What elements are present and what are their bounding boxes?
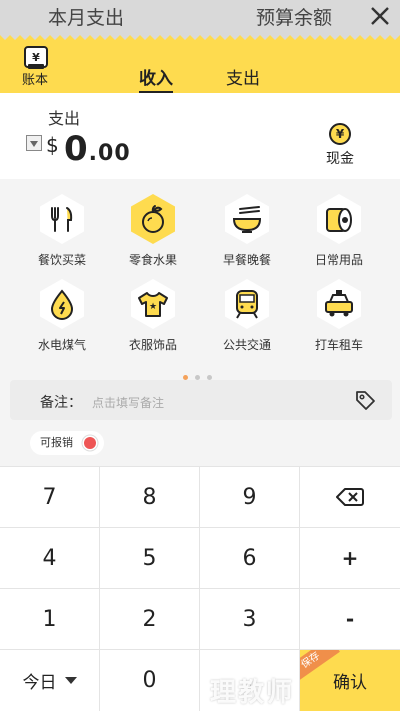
category-label: 打车租车 <box>314 338 363 352</box>
key-1[interactable]: 1 <box>0 589 100 650</box>
key-3[interactable]: 3 <box>200 589 300 650</box>
key-2[interactable]: 2 <box>100 589 200 650</box>
category-label: 公共交通 <box>222 338 271 352</box>
confirm-button[interactable]: 确认 保存 <box>300 650 400 711</box>
category-label: 早餐晚餐 <box>222 253 271 267</box>
number-keypad: 7 8 9 4 5 6 + 1 2 3 - 今日 0 . 确认 保存 <box>0 466 400 711</box>
monthly-expense-title: 本月支出 <box>48 7 125 29</box>
entry-type-label: 支出 <box>48 109 81 128</box>
key-8[interactable]: 8 <box>100 467 200 528</box>
date-label: 今日 <box>22 673 57 693</box>
remark-label: 备注： <box>40 395 82 411</box>
fork-knife-icon <box>34 191 90 247</box>
amount-integer: 0 <box>64 129 89 169</box>
category-item[interactable]: 打车租车 <box>297 276 381 353</box>
key-0[interactable]: 0 <box>100 650 200 711</box>
category-item[interactable]: 水电煤气 <box>20 276 104 353</box>
category-label: 零食水果 <box>128 253 177 267</box>
category-item[interactable]: 零食水果 <box>111 191 195 268</box>
noodle-bowl-icon <box>219 191 275 247</box>
reimbursable-label: 可报销 <box>40 436 73 449</box>
zigzag-edge <box>0 33 400 40</box>
key-6[interactable]: 6 <box>200 528 300 589</box>
account-selector[interactable]: ¥ 现金 <box>322 123 358 168</box>
plus-button[interactable]: + <box>300 528 400 589</box>
budget-balance-title: 预算余额 <box>256 7 333 29</box>
remark-placeholder[interactable]: 点击填写备注 <box>92 394 164 411</box>
amount-display: 0.00 <box>64 129 131 169</box>
amount-panel: 支出 $ 0.00 ¥ 现金 <box>0 93 400 179</box>
key-5[interactable]: 5 <box>100 528 200 589</box>
tab-expense[interactable]: 支出 <box>226 64 260 89</box>
category-label: 日常用品 <box>314 253 363 267</box>
currency-symbol: $ <box>46 133 59 157</box>
key-4[interactable]: 4 <box>0 528 100 589</box>
category-grid: 餐饮买菜 零食水果 早餐晚餐 日常用品 水电煤气 ★ 衣服饰品 公共交通 打车租… <box>0 179 400 380</box>
utility-drop-icon <box>34 276 90 332</box>
summary-bar: 本月支出 预算余额 <box>0 0 400 33</box>
train-icon <box>219 276 275 332</box>
cash-coin-icon: ¥ <box>329 123 351 145</box>
remark-field[interactable]: 备注： 点击填写备注 <box>10 380 392 420</box>
key-9[interactable]: 9 <box>200 467 300 528</box>
category-label: 衣服饰品 <box>128 338 177 352</box>
watermark-text: 理教师 <box>210 678 295 708</box>
account-book-label[interactable]: 账本 <box>22 69 48 88</box>
currency-dropdown[interactable] <box>26 135 42 151</box>
taxi-icon <box>311 276 367 332</box>
tag-icon[interactable] <box>354 389 376 411</box>
category-item[interactable]: 日常用品 <box>297 191 381 268</box>
category-label: 水电煤气 <box>37 338 86 352</box>
svg-text:¥: ¥ <box>32 51 40 64</box>
apple-icon <box>125 191 181 247</box>
category-item[interactable]: 餐饮买菜 <box>20 191 104 268</box>
backspace-button[interactable] <box>300 467 400 528</box>
key-7[interactable]: 7 <box>0 467 100 528</box>
account-label: 现金 <box>326 151 354 167</box>
reimbursable-toggle[interactable]: 可报销 <box>30 431 104 455</box>
minus-button[interactable]: - <box>300 589 400 650</box>
tshirt-icon: ★ <box>125 276 181 332</box>
category-item[interactable]: 公共交通 <box>205 276 289 353</box>
svg-text:★: ★ <box>149 302 157 312</box>
confirm-label: 确认 <box>333 673 367 693</box>
reimbursable-radio[interactable] <box>84 437 96 449</box>
close-icon[interactable] <box>368 4 392 28</box>
date-picker-button[interactable]: 今日 <box>0 650 100 711</box>
category-item[interactable]: 早餐晚餐 <box>205 191 289 268</box>
account-book-icon[interactable]: ¥ <box>22 45 50 71</box>
tissue-roll-icon <box>311 191 367 247</box>
tab-income[interactable]: 收入 <box>139 64 173 93</box>
entry-header: ¥ 账本 收入 支出 <box>0 33 400 93</box>
category-label: 餐饮买菜 <box>37 253 86 267</box>
chevron-down-icon <box>64 677 77 684</box>
backspace-icon <box>336 488 364 506</box>
category-item[interactable]: ★ 衣服饰品 <box>111 276 195 353</box>
amount-decimal: .00 <box>88 141 131 166</box>
